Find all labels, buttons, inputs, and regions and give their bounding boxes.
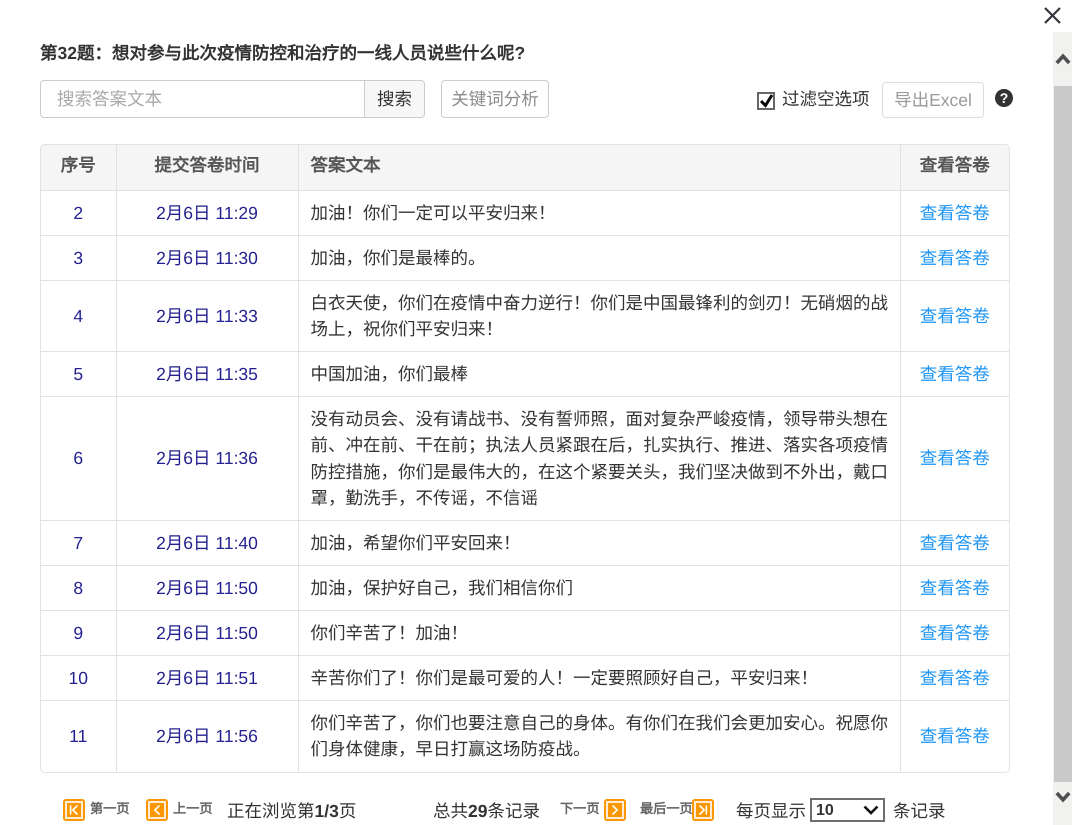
cell-view: 查看答卷 bbox=[900, 236, 1009, 281]
cell-answer-text: 加油，希望你们平安回来！ bbox=[298, 521, 900, 566]
question-title: 第32题：想对参与此次疫情防控和治疗的一线人员说些什么呢? bbox=[40, 40, 525, 65]
table-row: 52月6日 11:35中国加油，你们最棒查看答卷 bbox=[41, 352, 1009, 397]
help-icon[interactable]: ? bbox=[995, 89, 1013, 107]
checkmark-icon bbox=[759, 93, 774, 108]
view-answer-link[interactable]: 查看答卷 bbox=[920, 578, 990, 598]
table-header-row: 序号 提交答卷时间 答案文本 查看答卷 bbox=[41, 145, 1009, 191]
cell-answer-text: 加油，你们是最棒的。 bbox=[298, 236, 900, 281]
answers-table: 序号 提交答卷时间 答案文本 查看答卷 22月6日 11:29加油！你们一定可以… bbox=[40, 144, 1010, 773]
view-answer-link[interactable]: 查看答卷 bbox=[920, 623, 990, 643]
table-row: 82月6日 11:50加油，保护好自己，我们相信你们查看答卷 bbox=[41, 566, 1009, 611]
cell-submit-time: 2月6日 11:30 bbox=[116, 236, 298, 281]
scrollbar-down-icon[interactable] bbox=[1055, 791, 1071, 804]
view-answer-link[interactable]: 查看答卷 bbox=[920, 668, 990, 688]
cell-index: 11 bbox=[41, 701, 116, 773]
cell-submit-time: 2月6日 11:50 bbox=[116, 566, 298, 611]
cell-view: 查看答卷 bbox=[900, 352, 1009, 397]
cell-submit-time: 2月6日 11:36 bbox=[116, 397, 298, 521]
export-excel-button[interactable]: 导出Excel bbox=[882, 82, 984, 118]
table-row: 112月6日 11:56你们辛苦了，你们也要注意自己的身体。有你们在我们会更加安… bbox=[41, 701, 1009, 773]
search-input[interactable] bbox=[40, 80, 365, 118]
total-count: 29 bbox=[468, 801, 487, 821]
filter-empty-label: 过滤空选项 bbox=[782, 80, 870, 118]
cell-submit-time: 2月6日 11:33 bbox=[116, 281, 298, 352]
prev-page-icon[interactable] bbox=[146, 799, 168, 821]
prev-page-button[interactable]: 上一页 bbox=[173, 801, 213, 817]
cell-submit-time: 2月6日 11:40 bbox=[116, 521, 298, 566]
cell-index: 3 bbox=[41, 236, 116, 281]
header-answer: 答案文本 bbox=[298, 145, 900, 191]
next-page-button[interactable]: 下一页 bbox=[560, 801, 600, 817]
cell-view: 查看答卷 bbox=[900, 521, 1009, 566]
view-answer-link[interactable]: 查看答卷 bbox=[920, 364, 990, 384]
header-view: 查看答卷 bbox=[900, 145, 1009, 191]
view-answer-link[interactable]: 查看答卷 bbox=[920, 306, 990, 326]
table-row: 22月6日 11:29加油！你们一定可以平安归来！ 查看答卷 bbox=[41, 191, 1009, 236]
cell-view: 查看答卷 bbox=[900, 656, 1009, 701]
cell-submit-time: 2月6日 11:29 bbox=[116, 191, 298, 236]
page-position-text: 正在浏览第1/3页 bbox=[227, 799, 356, 823]
total-records-text: 总共29条记录 bbox=[433, 799, 540, 823]
first-page-button[interactable]: 第一页 bbox=[90, 801, 130, 817]
view-answer-link[interactable]: 查看答卷 bbox=[920, 533, 990, 553]
cell-view: 查看答卷 bbox=[900, 611, 1009, 656]
close-icon[interactable] bbox=[1044, 7, 1061, 24]
view-answer-link[interactable]: 查看答卷 bbox=[920, 203, 990, 223]
cell-index: 10 bbox=[41, 656, 116, 701]
cell-submit-time: 2月6日 11:51 bbox=[116, 656, 298, 701]
cell-answer-text: 你们辛苦了，你们也要注意自己的身体。有你们在我们会更加安心。祝愿你们身体健康，早… bbox=[298, 701, 900, 773]
page-fraction: 1/3 bbox=[315, 801, 339, 821]
page-size-select[interactable]: 10 bbox=[810, 798, 885, 822]
cell-index: 7 bbox=[41, 521, 116, 566]
scrollbar-up-icon[interactable] bbox=[1055, 52, 1071, 65]
cell-answer-text: 你们辛苦了！加油！ bbox=[298, 611, 900, 656]
cell-index: 5 bbox=[41, 352, 116, 397]
cell-view: 查看答卷 bbox=[900, 281, 1009, 352]
cell-answer-text: 白衣天使，你们在疫情中奋力逆行！你们是中国最锋利的剑刃！无硝烟的战场上，祝你们平… bbox=[298, 281, 900, 352]
cell-answer-text: 没有动员会、没有请战书、没有誓师照，面对复杂严峻疫情，领导带头想在前、冲在前、干… bbox=[298, 397, 900, 521]
table-row: 42月6日 11:33白衣天使，你们在疫情中奋力逆行！你们是中国最锋利的剑刃！无… bbox=[41, 281, 1009, 352]
page-size-suffix: 条记录 bbox=[893, 799, 946, 823]
keyword-analysis-button[interactable]: 关键词分析 bbox=[441, 80, 549, 118]
cell-index: 9 bbox=[41, 611, 116, 656]
table-row: 92月6日 11:50你们辛苦了！加油！ 查看答卷 bbox=[41, 611, 1009, 656]
search-button[interactable]: 搜索 bbox=[364, 80, 425, 118]
filter-empty-checkbox[interactable] bbox=[757, 92, 775, 110]
cell-answer-text: 辛苦你们了！你们是最可爱的人！一定要照顾好自己，平安归来！ bbox=[298, 656, 900, 701]
last-page-icon[interactable] bbox=[692, 799, 714, 821]
table-row: 62月6日 11:36没有动员会、没有请战书、没有誓师照，面对复杂严峻疫情，领导… bbox=[41, 397, 1009, 521]
cell-index: 6 bbox=[41, 397, 116, 521]
table-row: 72月6日 11:40加油，希望你们平安回来！ 查看答卷 bbox=[41, 521, 1009, 566]
view-answer-link[interactable]: 查看答卷 bbox=[920, 448, 990, 468]
cell-submit-time: 2月6日 11:35 bbox=[116, 352, 298, 397]
cell-view: 查看答卷 bbox=[900, 191, 1009, 236]
cell-view: 查看答卷 bbox=[900, 566, 1009, 611]
scrollbar-thumb[interactable] bbox=[1054, 86, 1072, 782]
view-answer-link[interactable]: 查看答卷 bbox=[920, 726, 990, 746]
cell-answer-text: 中国加油，你们最棒 bbox=[298, 352, 900, 397]
cell-answer-text: 加油！你们一定可以平安归来！ bbox=[298, 191, 900, 236]
cell-view: 查看答卷 bbox=[900, 397, 1009, 521]
page-size-select-wrap: 10 bbox=[810, 798, 885, 822]
cell-view: 查看答卷 bbox=[900, 701, 1009, 773]
first-page-icon[interactable] bbox=[63, 799, 85, 821]
table-row: 102月6日 11:51辛苦你们了！你们是最可爱的人！一定要照顾好自己，平安归来… bbox=[41, 656, 1009, 701]
next-page-icon[interactable] bbox=[604, 799, 626, 821]
cell-submit-time: 2月6日 11:50 bbox=[116, 611, 298, 656]
last-page-button[interactable]: 最后一页 bbox=[640, 801, 693, 817]
cell-submit-time: 2月6日 11:56 bbox=[116, 701, 298, 773]
header-time: 提交答卷时间 bbox=[116, 145, 298, 191]
header-index: 序号 bbox=[41, 145, 116, 191]
page-size-prefix: 每页显示 bbox=[736, 799, 806, 823]
view-answer-link[interactable]: 查看答卷 bbox=[920, 248, 990, 268]
cell-answer-text: 加油，保护好自己，我们相信你们 bbox=[298, 566, 900, 611]
table-row: 32月6日 11:30加油，你们是最棒的。查看答卷 bbox=[41, 236, 1009, 281]
cell-index: 4 bbox=[41, 281, 116, 352]
cell-index: 2 bbox=[41, 191, 116, 236]
cell-index: 8 bbox=[41, 566, 116, 611]
